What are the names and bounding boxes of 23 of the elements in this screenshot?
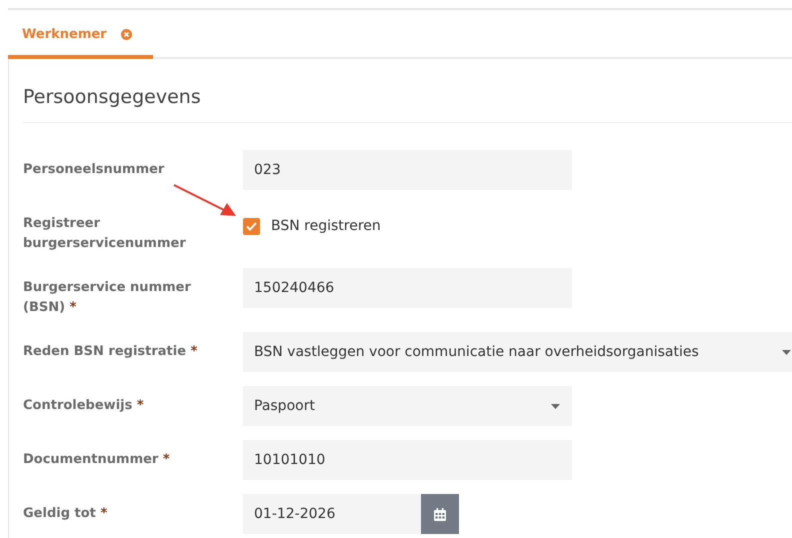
caret-icon xyxy=(782,350,791,354)
field-label: Personeelsnummer xyxy=(23,161,166,179)
field-label: Burgerservice nummer (BSN) * xyxy=(23,279,192,317)
field-label: Reden BSN registratie * xyxy=(23,343,198,361)
input-field[interactable]: 150240466 xyxy=(243,268,572,308)
dropdown[interactable]: BSN vastleggen voor communicatie naar overheidsorganisaties xyxy=(243,332,792,372)
section-title: Persoonsgegevens xyxy=(23,59,792,123)
checkbox-label: BSN registreren xyxy=(271,218,381,234)
input-field[interactable]: 023 xyxy=(243,150,572,190)
field-label: Registreer burgerservicenummer xyxy=(23,215,187,253)
check-icon xyxy=(246,222,257,230)
field-label: Documentnummer * xyxy=(23,451,171,469)
annotation-arrow xyxy=(172,183,238,219)
caret-icon xyxy=(551,404,560,408)
calendar-icon xyxy=(434,508,446,520)
dropdown[interactable]: Paspoort xyxy=(243,386,572,426)
checkbox[interactable] xyxy=(243,218,260,234)
field-label: Geldig tot * xyxy=(23,505,108,523)
field-label: Controlebewijs * xyxy=(23,397,145,415)
calendar-button[interactable] xyxy=(421,494,459,534)
input-field[interactable]: 10101010 xyxy=(243,440,572,480)
close-icon[interactable] xyxy=(120,28,132,40)
date-field[interactable]: 01-12-2026 xyxy=(243,494,421,534)
